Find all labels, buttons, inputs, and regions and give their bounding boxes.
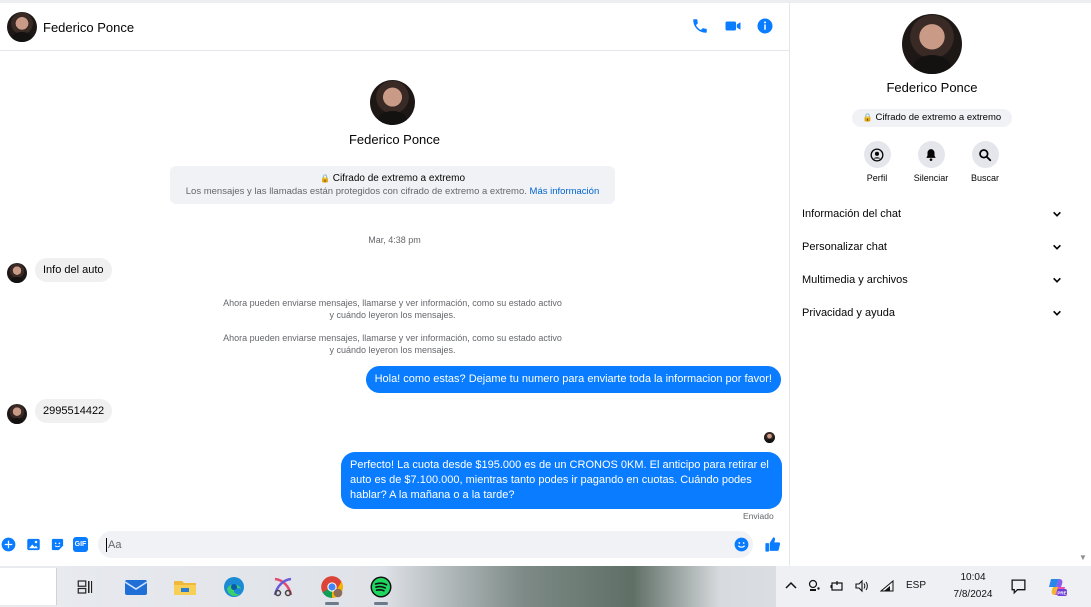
task-view-icon[interactable] <box>70 572 100 602</box>
message-composer: GIF <box>0 528 789 562</box>
taskbar: ESP 10:04 7/8/2024 PRE <box>0 566 1091 607</box>
chevron-up-icon[interactable] <box>784 579 798 593</box>
emoji-icon[interactable] <box>734 537 749 552</box>
profile-icon <box>870 148 884 161</box>
chrome-icon[interactable] <box>317 572 347 605</box>
search-action-label: Buscar <box>970 173 999 183</box>
search-action[interactable]: Buscar <box>958 141 1012 183</box>
battery-icon[interactable] <box>830 579 844 593</box>
mute-action-label: Silenciar <box>913 173 949 183</box>
chat-header: Federico Ponce <box>0 3 789 51</box>
info-icon[interactable] <box>756 17 774 35</box>
chat-info-panel: Federico Ponce 🔒 Cifrado de extremo a ex… <box>790 3 1091 566</box>
svg-text:PRE: PRE <box>1057 591 1066 596</box>
encryption-notice: 🔒 Cifrado de extremo a extremo Los mensa… <box>170 166 615 204</box>
chevron-down-icon <box>1053 277 1061 283</box>
incoming-message[interactable]: Info del auto <box>35 258 112 282</box>
copilot-icon[interactable]: PRE <box>1046 576 1068 598</box>
contact-name[interactable]: Federico Ponce <box>43 20 134 35</box>
input-language[interactable]: ESP <box>906 580 926 591</box>
contact-avatar[interactable] <box>7 12 37 42</box>
read-receipt-avatar <box>764 432 775 443</box>
messenger-window: Federico Ponce Federico Ponce 🔒 Cifrado … <box>0 0 1091 566</box>
snipping-tool-icon[interactable] <box>268 572 298 602</box>
taskbar-search-box[interactable] <box>0 568 57 605</box>
bell-icon <box>926 148 936 161</box>
notification-icon[interactable] <box>1010 578 1027 595</box>
encryption-badge: 🔒 Cifrado de extremo a extremo <box>852 109 1012 127</box>
message-sender-avatar[interactable] <box>7 263 27 283</box>
scroll-down-arrow-icon[interactable]: ▼ <box>1079 553 1087 562</box>
section-privacy-help[interactable]: Privacidad y ayuda <box>802 307 1062 327</box>
text-caret <box>106 538 107 552</box>
phone-icon[interactable] <box>691 17 709 35</box>
webcam-icon[interactable] <box>807 579 821 593</box>
section-media-files[interactable]: Multimedia y archivos <box>802 274 1062 294</box>
system-message: Ahora pueden enviarse mensajes, llamarse… <box>223 333 562 355</box>
panel-contact-name: Federico Ponce <box>886 80 978 95</box>
plus-circle-icon[interactable] <box>1 537 16 552</box>
lock-icon: 🔒 <box>319 174 330 183</box>
mail-icon[interactable] <box>121 572 151 602</box>
chevron-down-icon <box>1053 244 1061 250</box>
section-chat-info[interactable]: Información del chat <box>802 208 1062 228</box>
mute-action[interactable]: Silenciar <box>904 141 958 183</box>
wifi-icon[interactable] <box>880 579 894 593</box>
outgoing-message[interactable]: Perfecto! La cuota desde $195.000 es de … <box>341 452 782 509</box>
sent-status: Enviado <box>743 511 774 521</box>
chevron-down-icon <box>1053 310 1061 316</box>
video-camera-icon[interactable] <box>724 17 742 35</box>
system-tray: ESP 10:04 7/8/2024 PRE <box>776 566 1091 607</box>
edge-icon[interactable] <box>219 572 249 602</box>
section-customize-chat[interactable]: Personalizar chat <box>802 241 1062 261</box>
thread-contact-avatar[interactable] <box>370 80 415 125</box>
message-thread[interactable]: Federico Ponce 🔒 Cifrado de extremo a ex… <box>0 52 789 524</box>
photo-icon[interactable] <box>26 537 41 552</box>
more-info-link[interactable]: Más información <box>530 186 600 197</box>
clock-date[interactable]: 7/8/2024 <box>942 589 1004 600</box>
lock-icon: 🔒 <box>862 113 873 122</box>
system-message: Ahora pueden enviarse mensajes, llamarse… <box>223 298 562 320</box>
volume-icon[interactable] <box>854 579 868 593</box>
incoming-message[interactable]: 2995514422 <box>35 399 113 423</box>
spotify-icon[interactable] <box>366 572 396 605</box>
panel-contact-avatar[interactable] <box>902 14 962 74</box>
chevron-down-icon <box>1053 211 1061 217</box>
clock-time[interactable]: 10:04 <box>951 572 995 583</box>
message-input[interactable] <box>98 531 753 558</box>
search-icon <box>979 148 992 161</box>
message-timestamp: Mar, 4:38 pm <box>368 235 421 245</box>
sticker-icon[interactable] <box>50 537 65 552</box>
outgoing-message[interactable]: Hola! como estas? Dejame tu numero para … <box>365 366 781 393</box>
profile-action-label: Perfil <box>866 173 888 183</box>
profile-action[interactable]: Perfil <box>850 141 904 183</box>
message-sender-avatar[interactable] <box>7 404 27 424</box>
gif-icon[interactable]: GIF <box>73 537 88 552</box>
encryption-description: Los mensajes y las llamadas están proteg… <box>185 186 527 197</box>
thumbs-up-icon[interactable] <box>764 536 781 553</box>
thread-contact-name: Federico Ponce <box>348 132 441 147</box>
encryption-title: Cifrado de extremo a extremo <box>332 173 466 184</box>
file-explorer-icon[interactable] <box>170 572 200 602</box>
